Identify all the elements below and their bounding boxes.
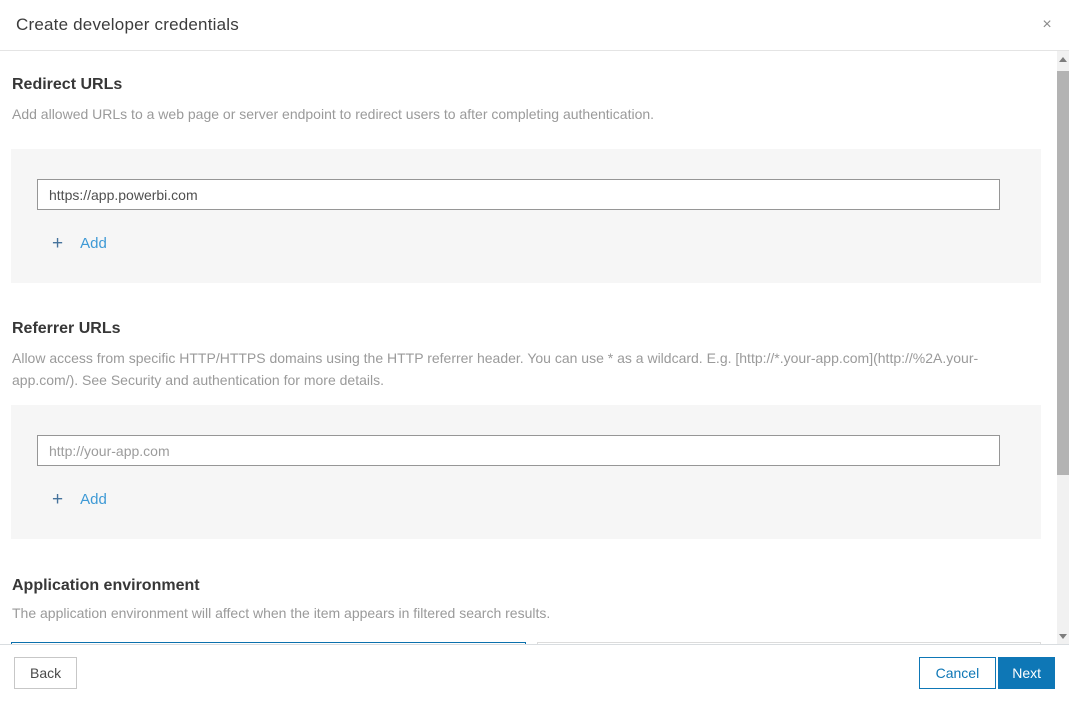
add-label: Add <box>80 491 107 508</box>
redirect-urls-heading: Redirect URLs <box>12 76 123 93</box>
referrer-add-button[interactable]: + Add <box>52 490 142 509</box>
referrer-urls-heading: Referrer URLs <box>12 320 121 337</box>
plus-icon: + <box>52 233 64 254</box>
environment-options: Multiple Browser <box>11 642 1041 644</box>
create-developer-credentials-dialog: Create developer credentials × Redirect … <box>0 0 1069 701</box>
add-label: Add <box>80 235 107 252</box>
dialog-content: Redirect URLs Add allowed URLs to a web … <box>11 76 1041 644</box>
next-button[interactable]: Next <box>998 657 1055 689</box>
redirect-add-button[interactable]: + Add <box>52 234 142 253</box>
environment-option-multiple[interactable]: Multiple <box>11 642 526 644</box>
redirect-url-input[interactable] <box>37 179 1000 210</box>
scroll-down-arrow-icon[interactable] <box>1057 628 1069 644</box>
scrollbar-thumb[interactable] <box>1057 71 1069 475</box>
redirect-urls-panel: + Add <box>11 149 1041 283</box>
application-environment-description: The application environment will affect … <box>12 605 551 621</box>
environment-option-browser[interactable]: Browser <box>537 642 1041 644</box>
dialog-scroll-area: Redirect URLs Add allowed URLs to a web … <box>0 51 1069 645</box>
dialog-footer: Back Cancel Next <box>0 645 1069 701</box>
referrer-urls-panel: + Add <box>11 405 1041 539</box>
close-icon[interactable]: × <box>1036 14 1058 36</box>
referrer-urls-description: Allow access from specific HTTP/HTTPS do… <box>12 350 979 388</box>
redirect-urls-description: Add allowed URLs to a web page or server… <box>12 106 655 122</box>
plus-icon: + <box>52 489 64 510</box>
application-environment-heading: Application environment <box>12 577 200 594</box>
dialog-title: Create developer credentials <box>16 15 239 34</box>
back-button[interactable]: Back <box>14 657 78 689</box>
scroll-up-arrow-icon[interactable] <box>1057 51 1069 67</box>
cancel-button[interactable]: Cancel <box>918 657 997 689</box>
vertical-scrollbar[interactable] <box>1057 51 1069 644</box>
referrer-url-input[interactable] <box>37 435 1000 466</box>
footer-actions: Cancel Next <box>918 657 1055 689</box>
dialog-header: Create developer credentials × <box>0 0 1069 51</box>
